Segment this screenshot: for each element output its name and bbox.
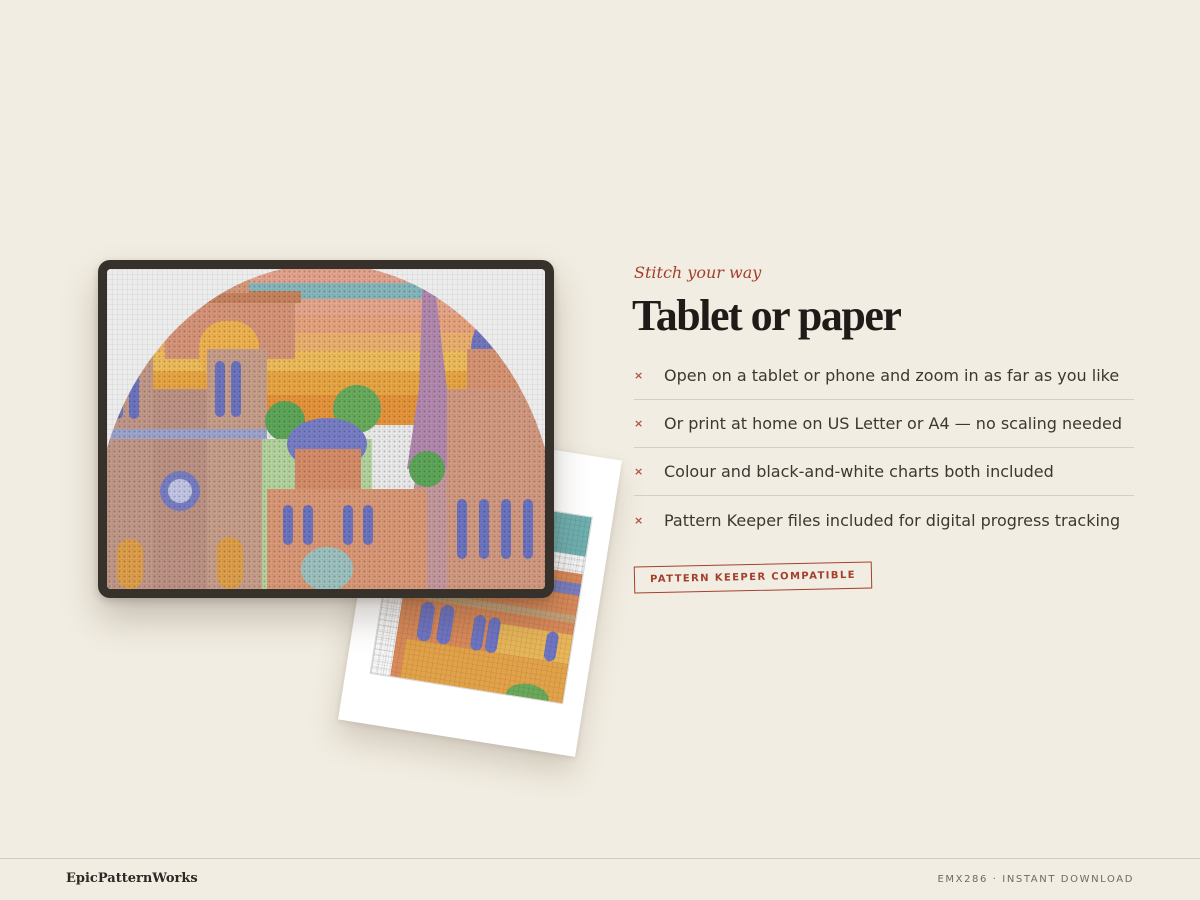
x-bullet-icon: ×: [634, 369, 644, 382]
feature-text: Open on a tablet or phone and zoom in as…: [664, 366, 1120, 385]
section-kicker: Stitch your way: [634, 263, 762, 282]
tablet-screen: [107, 269, 545, 589]
feature-item: × Colour and black-and-white charts both…: [634, 448, 1134, 496]
section-title: Tablet or paper: [632, 291, 902, 340]
feature-item: × Open on a tablet or phone and zoom in …: [634, 352, 1134, 400]
x-bullet-icon: ×: [634, 513, 644, 527]
product-code: EMX286 · INSTANT DOWNLOAD: [937, 874, 1134, 885]
cross-stitch-chart-illustration: [107, 269, 545, 589]
brand-name: EpicPatternWorks: [66, 871, 198, 886]
feature-item: × Or print at home on US Letter or A4 — …: [634, 400, 1134, 448]
feature-item: × Pattern Keeper files included for digi…: [634, 496, 1134, 544]
footer-divider: [0, 858, 1200, 859]
feature-list: × Open on a tablet or phone and zoom in …: [634, 352, 1134, 544]
pattern-keeper-badge: PATTERN KEEPER COMPATIBLE: [633, 561, 873, 594]
x-bullet-icon: ×: [634, 417, 644, 430]
tablet-device: [98, 260, 554, 598]
feature-text: Pattern Keeper files included for digita…: [664, 510, 1121, 530]
feature-text: Colour and black-and-white charts both i…: [664, 462, 1054, 481]
x-bullet-icon: ×: [634, 465, 644, 478]
feature-text: Or print at home on US Letter or A4 — no…: [664, 414, 1123, 433]
